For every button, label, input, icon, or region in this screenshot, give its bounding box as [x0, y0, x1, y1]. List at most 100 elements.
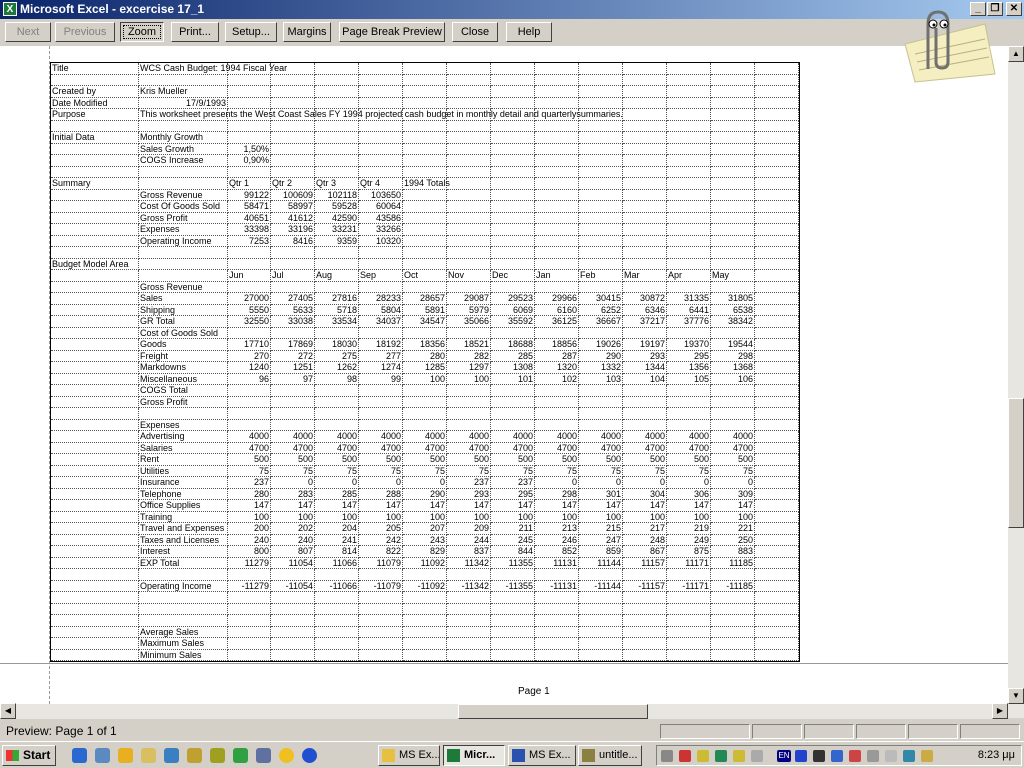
task-app-icon — [447, 749, 460, 762]
cell: 285 — [491, 350, 535, 362]
internet-explorer-icon[interactable] — [72, 748, 87, 763]
taskbar-button[interactable]: untitle... — [578, 745, 642, 766]
cell — [623, 86, 667, 98]
cell — [579, 569, 623, 581]
cell — [491, 396, 535, 408]
cell — [755, 454, 799, 466]
cell — [711, 212, 755, 224]
vertical-scroll-thumb[interactable] — [1008, 398, 1024, 528]
tray-icon[interactable] — [751, 750, 763, 762]
cell: 5979 — [447, 304, 491, 316]
cell: Aug — [315, 270, 359, 282]
tray-icon[interactable] — [849, 750, 861, 762]
cell — [228, 120, 271, 132]
tray-icon[interactable] — [903, 750, 915, 762]
office-assistant-clippy[interactable] — [890, 4, 1000, 84]
cell: 103 — [579, 373, 623, 385]
notepad-icon[interactable] — [141, 748, 156, 763]
tray-icon[interactable] — [831, 750, 843, 762]
close-button[interactable]: Close — [452, 22, 498, 42]
taskbar-button[interactable]: MS Ex... — [508, 745, 576, 766]
tray-icon[interactable] — [885, 750, 897, 762]
quicklaunch-icon[interactable] — [210, 748, 225, 763]
tray-icon[interactable] — [661, 750, 673, 762]
taskbar-button[interactable]: Micr... — [443, 745, 505, 766]
tray-icon[interactable] — [697, 750, 709, 762]
print-button[interactable]: Print... — [171, 22, 219, 42]
cell — [711, 626, 755, 638]
tray-icon[interactable] — [715, 750, 727, 762]
scroll-up-button[interactable]: ▲ — [1008, 46, 1024, 62]
tray-icon[interactable] — [921, 750, 933, 762]
cell: 58997 — [271, 201, 315, 213]
previous-button[interactable]: Previous — [55, 22, 115, 42]
quicklaunch-icon[interactable] — [164, 748, 179, 763]
cell: 11131 — [535, 557, 579, 569]
cell — [447, 408, 491, 420]
horizontal-scroll-thumb[interactable] — [458, 704, 648, 719]
cell: 105 — [667, 373, 711, 385]
cell — [755, 97, 799, 109]
messenger-smiley-icon[interactable] — [279, 748, 294, 763]
sheet-row: Freight 270 272 275 277 280 282 285 287 290 293 295… — [51, 350, 799, 362]
tray-icon[interactable] — [795, 750, 807, 762]
help-button[interactable]: Help — [506, 22, 552, 42]
cell: 17/9/1993 — [139, 97, 228, 109]
cell: 285 — [315, 488, 359, 500]
zoom-button[interactable]: Zoom — [120, 22, 164, 42]
scroll-left-button[interactable]: ◀ — [0, 703, 16, 719]
cell: 4700 — [403, 442, 447, 454]
cell: 27000 — [228, 293, 271, 305]
cell — [51, 534, 139, 546]
start-button[interactable]: Start — [2, 745, 56, 766]
cell: Apr — [667, 270, 711, 282]
cell — [667, 603, 711, 615]
tray-icon[interactable] — [679, 750, 691, 762]
horizontal-scrollbar[interactable]: ◀ ▶ — [0, 703, 1008, 719]
cell — [403, 419, 447, 431]
vertical-scrollbar[interactable]: ▲ ▼ — [1008, 46, 1024, 718]
quicklaunch-icon[interactable] — [256, 748, 271, 763]
scroll-right-button[interactable]: ▶ — [992, 703, 1008, 719]
sheet-row: Gross Profit — [51, 396, 799, 408]
language-indicator[interactable]: EN — [777, 750, 791, 762]
sheet-row: Travel and Expenses 200 202 204 205 207 209 211… — [51, 523, 799, 535]
sheet-row: Miscellaneous 96 97 98 99 100 100 101 102 103 104 1… — [51, 373, 799, 385]
outlook-express-icon[interactable] — [95, 748, 110, 763]
next-button[interactable]: Next — [5, 22, 51, 42]
cell: Goods — [139, 339, 228, 351]
margins-button[interactable]: Margins — [283, 22, 331, 42]
media-player-icon[interactable] — [118, 748, 133, 763]
cell: 249 — [667, 534, 711, 546]
tray-icon[interactable] — [813, 750, 825, 762]
cell — [755, 511, 799, 523]
cell: 100 — [711, 511, 755, 523]
tray-icon[interactable] — [867, 750, 879, 762]
tray-icon[interactable] — [733, 750, 745, 762]
page-break-preview-button[interactable]: Page Break Preview — [339, 22, 445, 42]
quicklaunch-icon[interactable] — [187, 748, 202, 763]
clock[interactable]: 8:23 μμ — [978, 746, 1015, 765]
quicklaunch-icon[interactable] — [233, 748, 248, 763]
taskbar-button[interactable]: MS Ex... — [378, 745, 440, 766]
taskbar: Start MS Ex... Micr... MS Ex... untitle... … — [0, 741, 1024, 768]
cell: 18030 — [315, 339, 359, 351]
status-pane — [752, 724, 802, 739]
cell: 245 — [491, 534, 535, 546]
cell — [755, 132, 799, 144]
close-window-button[interactable]: ✕ — [1006, 2, 1022, 16]
scroll-down-button[interactable]: ▼ — [1008, 688, 1024, 704]
cell — [315, 603, 359, 615]
cell: 99 — [359, 373, 403, 385]
excel-app-icon[interactable]: X — [3, 2, 17, 16]
cell — [271, 247, 315, 259]
setup-button[interactable]: Setup... — [225, 22, 277, 42]
quicklaunch-icon[interactable] — [302, 748, 317, 763]
cell: 1,50% — [228, 143, 271, 155]
cell — [667, 189, 711, 201]
cell — [755, 592, 799, 604]
margin-guide-bottom[interactable] — [0, 663, 1008, 664]
cell — [579, 615, 623, 627]
cell — [535, 649, 579, 661]
cell — [755, 189, 799, 201]
